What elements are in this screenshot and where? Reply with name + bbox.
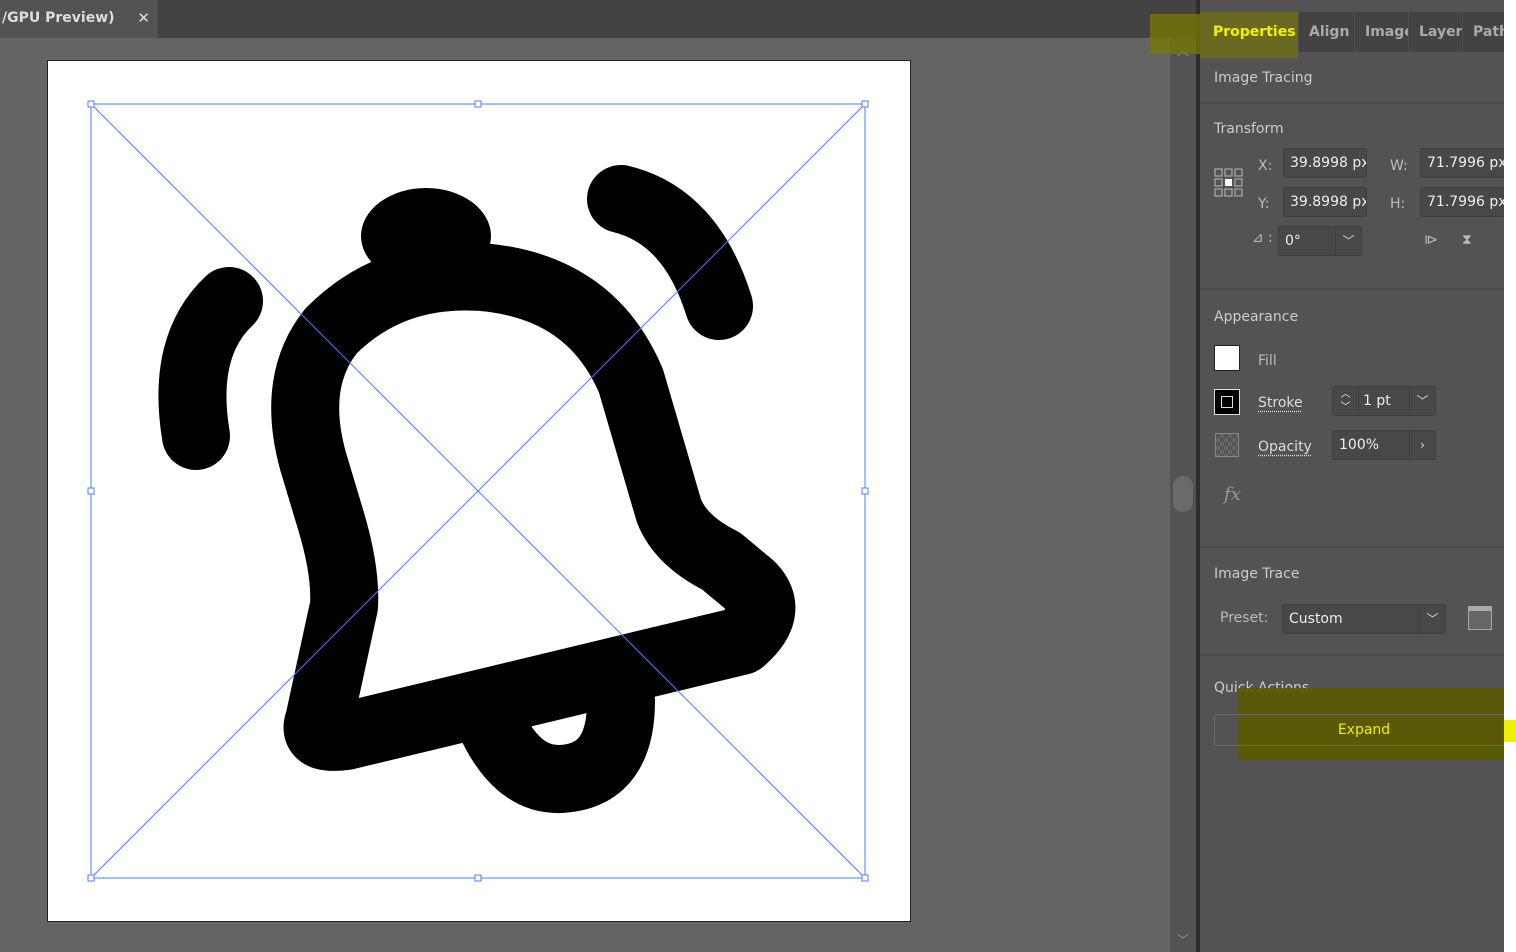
preset-value: Custom bbox=[1289, 611, 1343, 627]
bell-knob bbox=[361, 188, 491, 284]
x-input[interactable]: 39.8998 px bbox=[1283, 148, 1367, 178]
image-trace-section: Image Trace Preset: Custom ﹀ bbox=[1200, 548, 1504, 656]
bell-artwork[interactable] bbox=[48, 61, 912, 923]
section-title: Transform bbox=[1214, 121, 1284, 137]
opacity-input[interactable]: 100% › bbox=[1332, 430, 1436, 460]
window-edge bbox=[1504, 0, 1516, 952]
scrollbar-thumb[interactable] bbox=[1173, 476, 1193, 512]
tab-path[interactable]: Path bbox=[1462, 12, 1504, 52]
document-tab-title: /GPU Preview) bbox=[2, 10, 115, 26]
stroke-weight-value: 1 pt bbox=[1363, 393, 1391, 409]
bell-body bbox=[271, 242, 796, 771]
stroke-swatch[interactable] bbox=[1214, 389, 1240, 415]
y-input[interactable]: 39.8998 px bbox=[1283, 187, 1367, 217]
reference-point-icon[interactable] bbox=[1214, 168, 1244, 198]
stroke-label[interactable]: Stroke bbox=[1258, 395, 1303, 411]
opacity-label[interactable]: Opacity bbox=[1258, 439, 1312, 455]
flip-horizontal-icon[interactable]: ⧐ bbox=[1424, 232, 1438, 248]
section-title: Image Tracing bbox=[1214, 70, 1313, 86]
opacity-icon bbox=[1215, 433, 1239, 457]
tab-properties-label: Properties bbox=[1213, 24, 1296, 40]
transform-section: Transform X: 39.8998 px W: 71.7996 px Y:… bbox=[1200, 104, 1506, 290]
angle-value: 0° bbox=[1285, 233, 1301, 249]
x-label: X: bbox=[1258, 158, 1273, 174]
h-label: H: bbox=[1390, 196, 1406, 212]
image-trace-panel-icon[interactable] bbox=[1468, 606, 1492, 630]
fill-swatch[interactable] bbox=[1214, 345, 1240, 371]
canvas[interactable] bbox=[0, 38, 1170, 952]
w-input[interactable]: 71.7996 px bbox=[1420, 148, 1506, 178]
angle-input[interactable]: 0° ﹀ bbox=[1278, 226, 1362, 256]
chevron-down-icon[interactable]: ﹀ bbox=[1335, 227, 1361, 255]
close-icon[interactable]: ✕ bbox=[137, 0, 150, 36]
preset-label: Preset: bbox=[1220, 610, 1269, 626]
section-title: Image Trace bbox=[1214, 566, 1300, 582]
expand-button[interactable]: Expand bbox=[1214, 714, 1514, 746]
artboard[interactable] bbox=[47, 60, 911, 922]
stepper-icon[interactable]: ︿ ﹀ bbox=[1333, 387, 1359, 415]
chevron-down-icon[interactable]: ﹀ bbox=[1170, 931, 1196, 948]
document-tab[interactable]: /GPU Preview) ✕ bbox=[0, 0, 158, 38]
section-title: Appearance bbox=[1214, 309, 1299, 325]
vertical-scrollbar[interactable]: ︿ ﹀ bbox=[1170, 38, 1196, 952]
preset-dropdown[interactable]: Custom ﹀ bbox=[1282, 604, 1446, 634]
y-label: Y: bbox=[1258, 196, 1270, 212]
flip-vertical-icon[interactable]: ⧗ bbox=[1462, 232, 1472, 248]
appearance-section: Appearance Fill Stroke ︿ ﹀ 1 pt ﹀ Opacity… bbox=[1200, 290, 1504, 548]
tab-layers[interactable]: Layers bbox=[1408, 12, 1462, 52]
stroke-weight-input[interactable]: ︿ ﹀ 1 pt ﹀ bbox=[1332, 386, 1436, 416]
image-tracing-section: Image Tracing bbox=[1200, 52, 1504, 104]
h-input[interactable]: 71.7996 px bbox=[1420, 187, 1506, 217]
angle-icon: ⊿ bbox=[1252, 230, 1264, 246]
right-vibration-arc bbox=[587, 165, 753, 340]
document-tab-bar: /GPU Preview) ✕ bbox=[0, 0, 1196, 38]
chevron-down-icon[interactable]: ﹀ bbox=[1419, 605, 1445, 633]
fx-icon[interactable]: fx bbox=[1224, 484, 1241, 505]
left-vibration-arc bbox=[158, 267, 263, 470]
fill-label: Fill bbox=[1258, 353, 1277, 369]
chevron-right-icon[interactable]: › bbox=[1409, 431, 1435, 459]
chevron-down-icon[interactable]: ﹀ bbox=[1409, 387, 1435, 415]
opacity-value: 100% bbox=[1339, 437, 1380, 453]
tab-align[interactable]: Align bbox=[1298, 12, 1354, 52]
properties-panel: Properties Align Image Layers Path Prope… bbox=[1200, 0, 1514, 952]
angle-label: : bbox=[1268, 230, 1273, 246]
tab-image[interactable]: Image bbox=[1354, 12, 1408, 52]
w-label: W: bbox=[1390, 158, 1408, 174]
